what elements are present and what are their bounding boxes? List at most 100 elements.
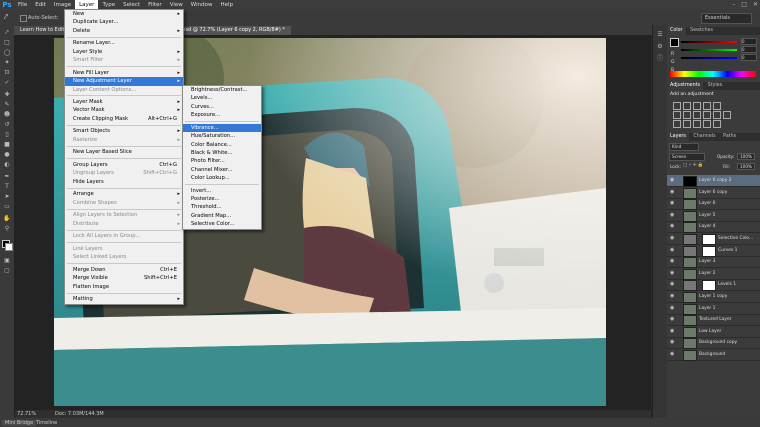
adjustment-preset-icon[interactable] <box>693 102 701 110</box>
menu-help[interactable]: Help <box>216 0 237 10</box>
marquee-icon[interactable]: □ <box>3 39 11 46</box>
healing-icon[interactable]: ✚ <box>3 91 11 98</box>
blue-slider[interactable] <box>681 57 737 59</box>
fill-value[interactable]: 100% <box>737 163 755 170</box>
pen-icon[interactable]: ✒ <box>3 173 11 180</box>
fg-swatch[interactable] <box>670 38 679 47</box>
shape-icon[interactable]: ▭ <box>3 203 11 210</box>
tab-layers[interactable]: Layers <box>667 133 689 141</box>
visibility-eye-icon[interactable]: ◉ <box>670 279 674 290</box>
adjustment-preset-icon[interactable] <box>693 111 701 119</box>
menu-item-duplicate-layer[interactable]: Duplicate Layer... <box>65 18 183 26</box>
lasso-icon[interactable]: ◯ <box>3 49 11 56</box>
move-tool-icon[interactable]: ⤤ <box>4 13 8 22</box>
adjustment-preset-icon[interactable] <box>683 102 691 110</box>
layer-row[interactable]: ◉ Selective Colo... <box>667 233 760 245</box>
visibility-eye-icon[interactable]: ◉ <box>670 233 674 244</box>
tab-swatches[interactable]: Swatches <box>687 28 716 33</box>
tab-channels[interactable]: Channels <box>690 134 718 139</box>
menu-item-merge-visible[interactable]: Merge Visible Shift+Ctrl+E <box>65 274 183 282</box>
menu-item-arrange[interactable]: Arrange ▸ <box>65 190 183 198</box>
menu-item-new-layer-based-slice[interactable]: New Layer Based Slice <box>65 148 183 156</box>
layer-row[interactable]: ◉ Layer 3 <box>667 256 760 269</box>
adjustment-preset-icon[interactable] <box>673 111 681 119</box>
hand-icon[interactable]: ✋ <box>3 215 11 222</box>
visibility-eye-icon[interactable]: ◉ <box>670 314 674 325</box>
clone-stamp-icon[interactable]: ☻ <box>3 111 11 118</box>
path-select-icon[interactable]: ➤ <box>3 193 11 200</box>
menu-item-gradient-map[interactable]: Gradient Map... <box>183 212 261 220</box>
menu-item-flatten-image[interactable]: Flatten Image <box>65 283 183 291</box>
menu-item-selective-color[interactable]: Selective Color... <box>183 220 261 228</box>
menu-item-exposure[interactable]: Exposure... <box>183 111 261 119</box>
background-color-swatch[interactable] <box>5 243 13 251</box>
menu-edit[interactable]: Edit <box>31 0 50 10</box>
layer-row[interactable]: ◉ Layer 2 <box>667 268 760 280</box>
layer-row[interactable]: ◉ Low Layer <box>667 326 760 338</box>
menu-item-posterize[interactable]: Posterize... <box>183 195 261 203</box>
document-tab-prev[interactable]: Learn How to Edit <box>14 26 71 35</box>
auto-select-checkbox[interactable] <box>20 15 27 22</box>
eraser-icon[interactable]: ▯ <box>3 131 11 138</box>
menu-item-new-fill-layer[interactable]: New Fill Layer ▸ <box>65 69 183 77</box>
tab-timeline[interactable]: Timeline <box>36 420 57 426</box>
menu-item-rename-layer[interactable]: Rename Layer... <box>65 39 183 47</box>
tab-paths[interactable]: Paths <box>720 134 739 139</box>
color-spectrum[interactable] <box>670 71 756 77</box>
move-icon[interactable]: ⤤ <box>3 29 11 36</box>
brush-icon[interactable]: ✎ <box>3 101 11 108</box>
layer-row[interactable]: ◉ Layer 1 copy <box>667 291 760 303</box>
menu-item-new[interactable]: New ▸ <box>65 10 183 18</box>
visibility-eye-icon[interactable]: ◉ <box>670 175 674 186</box>
menu-item-layer-mask[interactable]: Layer Mask ▸ <box>65 98 183 106</box>
menu-window[interactable]: Window <box>187 0 217 10</box>
type-icon[interactable]: T <box>3 183 11 190</box>
layer-row[interactable]: ◉ Layer 4 <box>667 221 760 234</box>
adjustment-preset-icon[interactable] <box>703 102 711 110</box>
adjustment-preset-icon[interactable] <box>703 120 711 128</box>
tab-styles[interactable]: Styles <box>705 83 726 88</box>
menu-item-threshold[interactable]: Threshold... <box>183 203 261 211</box>
layer-row[interactable]: ◉ Layer 1 <box>667 303 760 315</box>
tab-color[interactable]: Color <box>667 27 686 35</box>
menu-file[interactable]: File <box>14 0 31 10</box>
visibility-eye-icon[interactable]: ◉ <box>670 337 674 348</box>
visibility-eye-icon[interactable]: ◉ <box>670 256 674 267</box>
menu-item-brightness-contrast[interactable]: Brightness/Contrast... <box>183 86 261 94</box>
green-slider[interactable] <box>681 49 737 51</box>
visibility-eye-icon[interactable]: ◉ <box>670 221 674 232</box>
menu-item-smart-objects[interactable]: Smart Objects ▸ <box>65 127 183 135</box>
layer-row[interactable]: ◉ Curves 1 <box>667 245 760 257</box>
adjustment-preset-icon[interactable] <box>693 120 701 128</box>
menu-item-levels[interactable]: Levels... <box>183 94 261 102</box>
maximize-icon[interactable]: □ <box>741 0 747 10</box>
menu-item-invert[interactable]: Invert... <box>183 187 261 195</box>
menu-item-delete[interactable]: Delete ▸ <box>65 27 183 35</box>
blend-mode-select[interactable]: Screen <box>669 153 705 161</box>
screen-mode-icon[interactable]: ▢ <box>3 267 11 274</box>
menu-item-matting[interactable]: Matting ▸ <box>65 295 183 303</box>
layer-row[interactable]: ◉ Textured Layer <box>667 314 760 327</box>
menu-item-photo-filter[interactable]: Photo Filter... <box>183 157 261 165</box>
tab-adjustments[interactable]: Adjustments <box>667 82 704 90</box>
minimize-icon[interactable]: – <box>732 0 735 10</box>
layer-row[interactable]: ◉ Layer 6 <box>667 198 760 211</box>
quick-select-icon[interactable]: ✦ <box>3 59 11 66</box>
visibility-eye-icon[interactable]: ◉ <box>670 326 674 337</box>
adjustment-preset-icon[interactable] <box>703 111 711 119</box>
adjustment-preset-icon[interactable] <box>713 120 721 128</box>
crop-icon[interactable]: ⊡ <box>3 69 11 76</box>
adjustment-preset-icon[interactable] <box>713 111 721 119</box>
layer-row[interactable]: ◉ Layer 6 copy 2 <box>667 175 760 187</box>
workspace-select[interactable]: Essentials <box>701 13 752 24</box>
properties-panel-icon[interactable]: ⚙ <box>656 43 664 50</box>
zoom-icon[interactable]: ⚲ <box>3 225 11 232</box>
layer-row[interactable]: ◉ Background <box>667 349 760 361</box>
menu-item-merge-down[interactable]: Merge Down Ctrl+E <box>65 266 183 274</box>
tab-mini-bridge[interactable]: Mini Bridge <box>2 420 37 426</box>
menu-item-hide-layers[interactable]: Hide Layers <box>65 178 183 186</box>
menu-item-create-clipping-mask[interactable]: Create Clipping Mask Alt+Ctrl+G <box>65 115 183 123</box>
history-brush-icon[interactable]: ↺ <box>3 121 11 128</box>
visibility-eye-icon[interactable]: ◉ <box>670 349 674 360</box>
green-value[interactable]: 0 <box>741 46 757 53</box>
